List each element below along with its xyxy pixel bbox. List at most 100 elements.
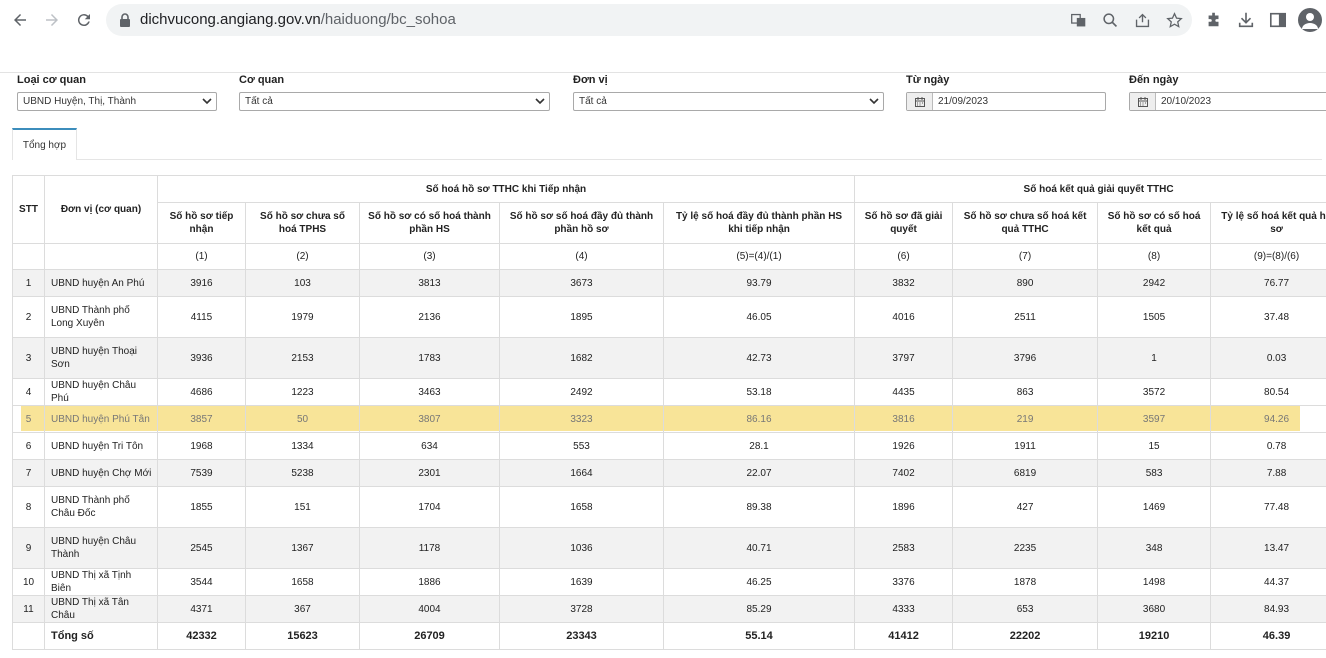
cell-value: 3832	[854, 269, 954, 297]
cell-unit: UBND huyện Thoại Sơn	[44, 337, 158, 379]
address-bar[interactable]: dichvucong.angiang.gov.vn/haiduong/bc_so…	[106, 4, 1192, 36]
cell-value: 1911	[952, 432, 1099, 460]
cell-value: 3376	[854, 568, 954, 596]
total-value: 15623	[245, 622, 360, 650]
back-icon[interactable]	[8, 8, 32, 32]
cell-value: 1036	[499, 527, 664, 569]
table-row: 3 UBND huyện Thoại Sơn 3936 2153 1783 1682 42.…	[12, 337, 1326, 379]
header-formula: (6)	[854, 243, 954, 270]
den-ngay-input[interactable]: 20/10/2023	[1129, 92, 1326, 111]
chevron-down-icon	[869, 98, 879, 105]
cell-value: 85.29	[662, 595, 856, 623]
total-label: Tổng số	[44, 622, 158, 650]
table-row: 4 UBND huyện Châu Phú 4686 1223 3463 2492 53.1…	[12, 378, 1326, 406]
profile-avatar[interactable]	[1298, 8, 1322, 32]
report-table-container: STT Đơn vị (cơ quan) Số hoá hồ sơ TTHC k…	[12, 175, 1326, 650]
total-value: 19210	[1097, 622, 1212, 650]
cell-value: 94.26	[1210, 405, 1326, 433]
cell-stt: 2	[12, 296, 45, 338]
cell-value: 1	[1097, 337, 1212, 379]
total-value: 22202	[952, 622, 1099, 650]
cell-value: 4115	[157, 296, 246, 338]
cell-value: 2492	[499, 378, 664, 406]
don-vi-select[interactable]: Tất cả	[573, 92, 884, 111]
bookmark-star-icon[interactable]	[1164, 10, 1184, 30]
select-value: Tất cả	[579, 96, 607, 107]
cell-value: 3813	[359, 269, 500, 297]
co-quan-select[interactable]: Tất cả	[239, 92, 550, 111]
header-col: Số hồ sơ chưa số hoá TPHS	[245, 202, 360, 244]
cell-value: 1658	[245, 568, 360, 596]
header-formula: (5)=(4)/(1)	[662, 243, 856, 270]
cell-value: 1367	[245, 527, 360, 569]
calendar-icon[interactable]	[907, 93, 933, 110]
filter-co-quan: Cơ quan Tất cả	[239, 74, 550, 111]
cell-value: 103	[245, 269, 360, 297]
cell-value: 53.18	[662, 378, 856, 406]
download-icon[interactable]	[1234, 8, 1258, 32]
cell-value: 76.77	[1210, 269, 1326, 297]
filter-den-ngay: Đến ngày 20/10/2023	[1129, 74, 1326, 111]
header-stt: STT	[12, 175, 45, 244]
cell-value: 4004	[359, 595, 500, 623]
cell-value: 1505	[1097, 296, 1212, 338]
share-icon[interactable]	[1132, 10, 1152, 30]
cell-value: 7402	[854, 459, 954, 487]
cell-value: 3797	[854, 337, 954, 379]
tab-bar: Tổng hợp	[12, 128, 1322, 160]
reload-icon[interactable]	[72, 8, 96, 32]
cell-value: 93.79	[662, 269, 856, 297]
cell-value: 1178	[359, 527, 500, 569]
cell-value: 0.78	[1210, 432, 1326, 460]
table-row: 10 UBND Thị xã Tịnh Biên 3544 1658 1886 1639 4…	[12, 568, 1326, 596]
url-text[interactable]: dichvucong.angiang.gov.vn/haiduong/bc_so…	[140, 11, 456, 28]
cell-value: 4435	[854, 378, 954, 406]
cell-unit: UBND Thị xã Tân Châu	[44, 595, 158, 623]
side-panel-icon[interactable]	[1266, 8, 1290, 32]
cell-unit: UBND huyện Châu Phú	[44, 378, 158, 406]
zoom-icon[interactable]	[1100, 10, 1120, 30]
header-group-ket-qua: Số hoá kết quả giải quyết TTHC	[854, 175, 1326, 203]
loai-co-quan-select[interactable]: UBND Huyện, Thị, Thành	[17, 92, 217, 111]
cell-stt: 4	[12, 378, 45, 406]
total-value: 41412	[854, 622, 954, 650]
cell-value: 3857	[157, 405, 246, 433]
cell-value: 1658	[499, 486, 664, 528]
cell-value: 1223	[245, 378, 360, 406]
cell-value: 634	[359, 432, 500, 460]
tu-ngay-input[interactable]: 21/09/2023	[906, 92, 1106, 111]
cell-stt: 9	[12, 527, 45, 569]
select-value: Tất cả	[245, 96, 273, 107]
cell-value: 2942	[1097, 269, 1212, 297]
extensions-icon[interactable]	[1202, 8, 1226, 32]
translate-icon[interactable]	[1068, 10, 1088, 30]
header-col: Tỷ lệ số hoá kết quả hồ sơ	[1210, 202, 1326, 244]
cell-stt: 8	[12, 486, 45, 528]
cell-value: 348	[1097, 527, 1212, 569]
cell-value: 1895	[499, 296, 664, 338]
header-unit: Đơn vị (cơ quan)	[44, 175, 158, 244]
tab-tong-hop[interactable]: Tổng hợp	[12, 128, 77, 160]
total-value: 55.14	[662, 622, 856, 650]
total-value: 26709	[359, 622, 500, 650]
forward-icon[interactable]	[40, 8, 64, 32]
header-col: Số hồ sơ số hoá đầy đủ thành phần hồ sơ	[499, 202, 664, 244]
select-value: UBND Huyện, Thị, Thành	[23, 96, 137, 107]
filter-label: Từ ngày	[906, 74, 950, 86]
cell-value: 2511	[952, 296, 1099, 338]
cell-value: 1896	[854, 486, 954, 528]
cell-value: 890	[952, 269, 1099, 297]
table-row: 2 UBND Thành phố Long Xuyên 4115 1979 2136 18…	[12, 296, 1326, 338]
cell-unit: UBND huyện An Phú	[44, 269, 158, 297]
cell-value: 4686	[157, 378, 246, 406]
lock-icon[interactable]	[118, 12, 132, 28]
table-row: 5 UBND huyện Phú Tân 3857 50 3807 3323 86.16 38…	[12, 405, 1326, 433]
cell-value: 15	[1097, 432, 1212, 460]
cell-unit: UBND huyện Châu Thành	[44, 527, 158, 569]
header-formula: (9)=(8)/(6)	[1210, 243, 1326, 270]
cell-value: 77.48	[1210, 486, 1326, 528]
calendar-icon[interactable]	[1130, 93, 1156, 110]
cell-value: 863	[952, 378, 1099, 406]
cell-value: 3673	[499, 269, 664, 297]
cell-value: 3796	[952, 337, 1099, 379]
